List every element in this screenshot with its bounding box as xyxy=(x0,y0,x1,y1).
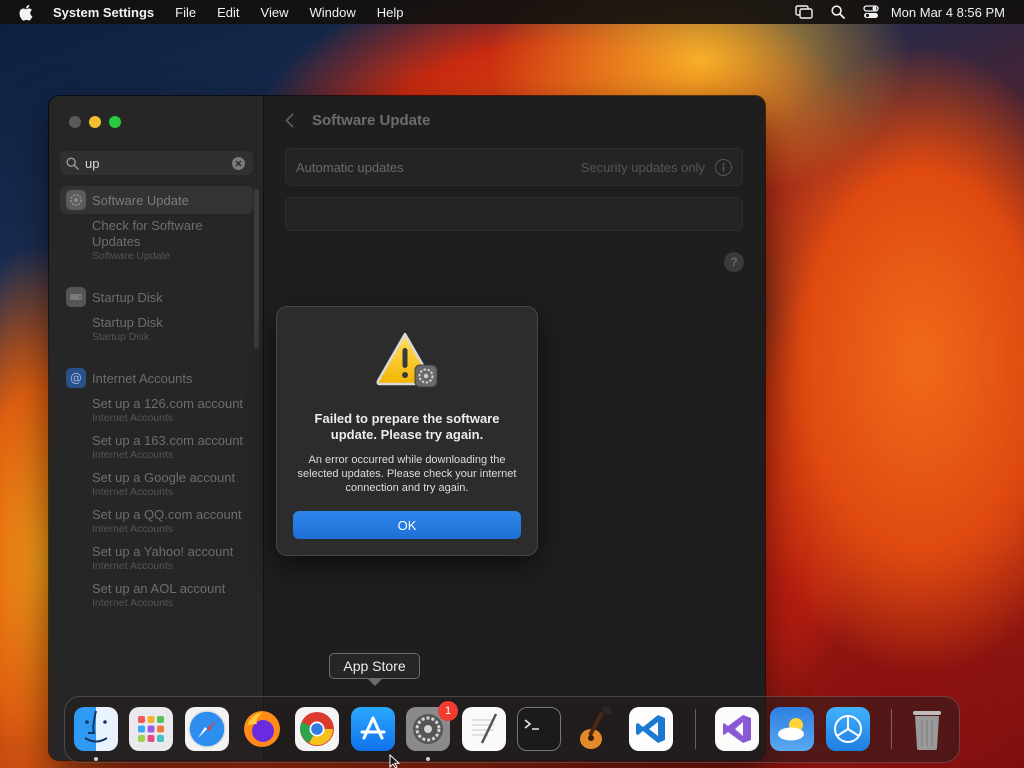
warning-icon xyxy=(375,331,439,391)
mouse-cursor-icon xyxy=(389,753,401,768)
trash-icon[interactable] xyxy=(905,707,949,751)
error-alert-dialog: Failed to prepare the software update. P… xyxy=(277,307,537,555)
alert-title: Failed to prepare the software update. P… xyxy=(314,411,500,442)
search-result-item[interactable]: Set up an AOL account Internet Accounts xyxy=(60,577,253,614)
search-input[interactable] xyxy=(85,155,225,171)
page-title: Software Update xyxy=(312,112,431,129)
window-controls xyxy=(69,116,129,128)
search-result-item[interactable]: Set up a 126.com account Internet Accoun… xyxy=(60,392,253,429)
svg-text:@: @ xyxy=(70,371,82,385)
safari-icon[interactable] xyxy=(185,707,229,751)
update-status-card xyxy=(285,197,743,231)
dock-tooltip-arrow xyxy=(368,679,382,686)
terminal-icon[interactable] xyxy=(517,707,561,751)
result-title: Startup Disk xyxy=(92,315,163,330)
screen-mirroring-icon[interactable] xyxy=(795,5,813,19)
search-result-item[interactable]: Set up a Yahoo! account Internet Account… xyxy=(60,540,253,577)
automatic-updates-row[interactable]: Automatic updates Security updates only xyxy=(285,148,743,186)
finder-icon[interactable] xyxy=(74,707,118,751)
sidebar-item-label: Internet Accounts xyxy=(92,370,193,386)
menu-window[interactable]: Window xyxy=(309,5,355,20)
result-title: Set up a Yahoo! account xyxy=(92,544,234,559)
running-indicator xyxy=(426,757,430,761)
menu-clock[interactable]: Mon Mar 4 8:56 PM xyxy=(891,5,1005,20)
search-field[interactable] xyxy=(60,151,253,175)
gear-icon xyxy=(66,190,86,210)
result-title: Set up a Google account xyxy=(92,470,236,485)
notification-badge: 1 xyxy=(438,701,458,721)
result-category: Internet Accounts xyxy=(92,597,174,609)
result-title: Set up a 126.com account xyxy=(92,396,244,411)
textedit-icon[interactable] xyxy=(462,707,506,751)
sidebar-item-startup-disk[interactable]: Startup Disk xyxy=(60,283,253,311)
result-title: Set up a QQ.com account xyxy=(92,507,242,522)
sidebar-item-software-update[interactable]: Software Update xyxy=(60,186,253,214)
dock-separator xyxy=(695,709,696,749)
sidebar-item-internet-accounts[interactable]: @ Internet Accounts xyxy=(60,364,253,392)
back-chevron-icon[interactable] xyxy=(285,113,294,128)
zoom-button[interactable] xyxy=(109,116,121,128)
search-results: Software Update Check for Software Updat… xyxy=(60,186,253,614)
minimize-button[interactable] xyxy=(89,116,101,128)
visual-studio-icon[interactable] xyxy=(715,707,759,751)
at-sign-icon: @ xyxy=(66,368,86,388)
clear-search-icon[interactable] xyxy=(232,156,245,170)
info-icon[interactable] xyxy=(715,158,732,176)
vscode-icon[interactable] xyxy=(629,707,673,751)
menu-file[interactable]: File xyxy=(175,5,196,20)
result-category: Internet Accounts xyxy=(92,412,174,424)
result-category: Internet Accounts xyxy=(92,449,174,461)
search-result-item[interactable]: Check for Software Updates Software Upda… xyxy=(60,214,253,267)
result-category: Software Update xyxy=(92,250,171,262)
help-button[interactable]: ? xyxy=(724,252,744,272)
chrome-icon[interactable] xyxy=(295,707,339,751)
automatic-updates-value: Security updates only xyxy=(580,159,705,175)
result-category: Internet Accounts xyxy=(92,523,174,535)
sidebar-item-label: Startup Disk xyxy=(92,289,163,305)
ok-button[interactable]: OK xyxy=(293,511,521,539)
disk-icon xyxy=(66,287,86,307)
automatic-updates-label: Automatic updates xyxy=(296,159,404,175)
search-result-item[interactable]: Startup Disk Startup Disk xyxy=(60,311,253,348)
search-result-item[interactable]: Set up a 163.com account Internet Accoun… xyxy=(60,429,253,466)
search-icon xyxy=(66,156,79,170)
dock-separator xyxy=(891,709,892,749)
apple-logo-icon[interactable] xyxy=(18,4,36,21)
dock-tooltip: App Store xyxy=(329,653,420,679)
menu-help[interactable]: Help xyxy=(377,5,404,20)
weather-icon[interactable] xyxy=(770,707,814,751)
alert-message: An error occurred while downloading the … xyxy=(297,454,517,494)
result-category: Startup Disk xyxy=(92,331,150,343)
firefox-icon[interactable] xyxy=(240,707,284,751)
control-center-icon[interactable] xyxy=(863,5,879,19)
menu-bar: System Settings File Edit View Window He… xyxy=(0,0,1024,24)
sidebar-scrollbar[interactable] xyxy=(254,189,259,349)
launchpad-icon[interactable] xyxy=(129,707,173,751)
garageband-icon[interactable] xyxy=(573,707,617,751)
sidebar: Software Update Check for Software Updat… xyxy=(49,96,264,760)
dock xyxy=(64,696,960,763)
result-category: Internet Accounts xyxy=(92,486,174,498)
menu-view[interactable]: View xyxy=(261,5,289,20)
menu-edit[interactable]: Edit xyxy=(217,5,239,20)
close-button[interactable] xyxy=(69,116,81,128)
page-header: Software Update xyxy=(285,112,430,129)
result-title: Check for Software Updates xyxy=(92,218,203,249)
running-indicator xyxy=(94,757,98,761)
result-title: Set up a 163.com account xyxy=(92,433,244,448)
result-title: Set up an AOL account xyxy=(92,581,226,596)
search-result-item[interactable]: Set up a QQ.com account Internet Account… xyxy=(60,503,253,540)
result-category: Internet Accounts xyxy=(92,560,174,572)
menu-app-name[interactable]: System Settings xyxy=(53,5,154,20)
search-result-item[interactable]: Set up a Google account Internet Account… xyxy=(60,466,253,503)
xcode-icon[interactable] xyxy=(826,707,870,751)
sidebar-item-label: Software Update xyxy=(92,192,189,208)
spotlight-search-icon[interactable] xyxy=(831,5,845,19)
app-store-icon[interactable] xyxy=(351,707,395,751)
